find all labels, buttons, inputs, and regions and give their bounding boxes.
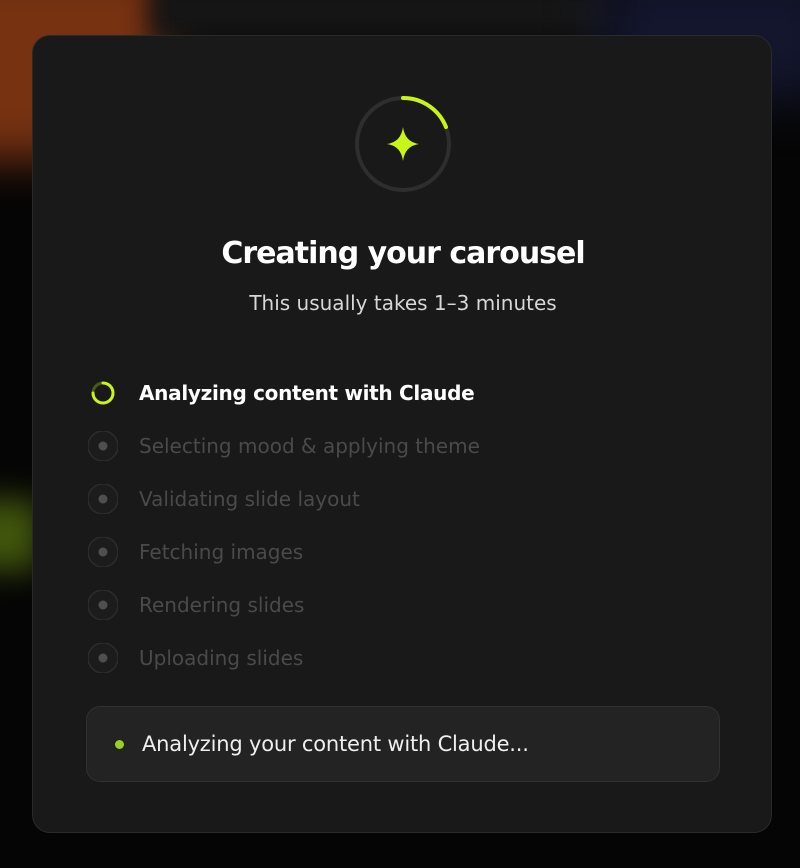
step-pending-icon	[88, 642, 118, 673]
status-message: Analyzing your content with Claude...	[142, 732, 529, 756]
progress-modal: Creating your carousel This usually take…	[32, 35, 772, 833]
step-analyzing-content: Analyzing content with Claude	[88, 366, 728, 419]
step-spinner-icon	[88, 378, 118, 408]
status-dot-icon	[115, 739, 124, 749]
step-label: Analyzing content with Claude	[139, 380, 475, 405]
sparkle-icon	[387, 127, 419, 161]
step-label: Selecting mood & applying theme	[139, 433, 480, 458]
progress-steps-list: Analyzing content with Claude Selecting …	[88, 366, 728, 684]
step-pending-icon	[88, 483, 118, 514]
spinner-arc	[401, 95, 448, 129]
step-rendering-slides: Rendering slides	[88, 578, 728, 631]
loading-spinner	[355, 95, 451, 192]
status-message-box: Analyzing your content with Claude...	[86, 706, 720, 782]
step-label: Uploading slides	[139, 645, 304, 670]
step-label: Rendering slides	[139, 592, 305, 617]
step-label: Fetching images	[139, 539, 304, 564]
background-dark-band	[150, 0, 610, 40]
step-label: Validating slide layout	[139, 486, 360, 511]
step-uploading-slides: Uploading slides	[88, 631, 728, 684]
modal-title: Creating your carousel	[221, 236, 585, 271]
step-pending-icon	[88, 589, 118, 620]
step-selecting-mood: Selecting mood & applying theme	[88, 419, 728, 472]
step-pending-icon	[88, 536, 118, 567]
step-validating-layout: Validating slide layout	[88, 472, 728, 525]
step-fetching-images: Fetching images	[88, 525, 728, 578]
step-pending-icon	[88, 430, 118, 461]
modal-subtitle: This usually takes 1–3 minutes	[249, 291, 557, 315]
